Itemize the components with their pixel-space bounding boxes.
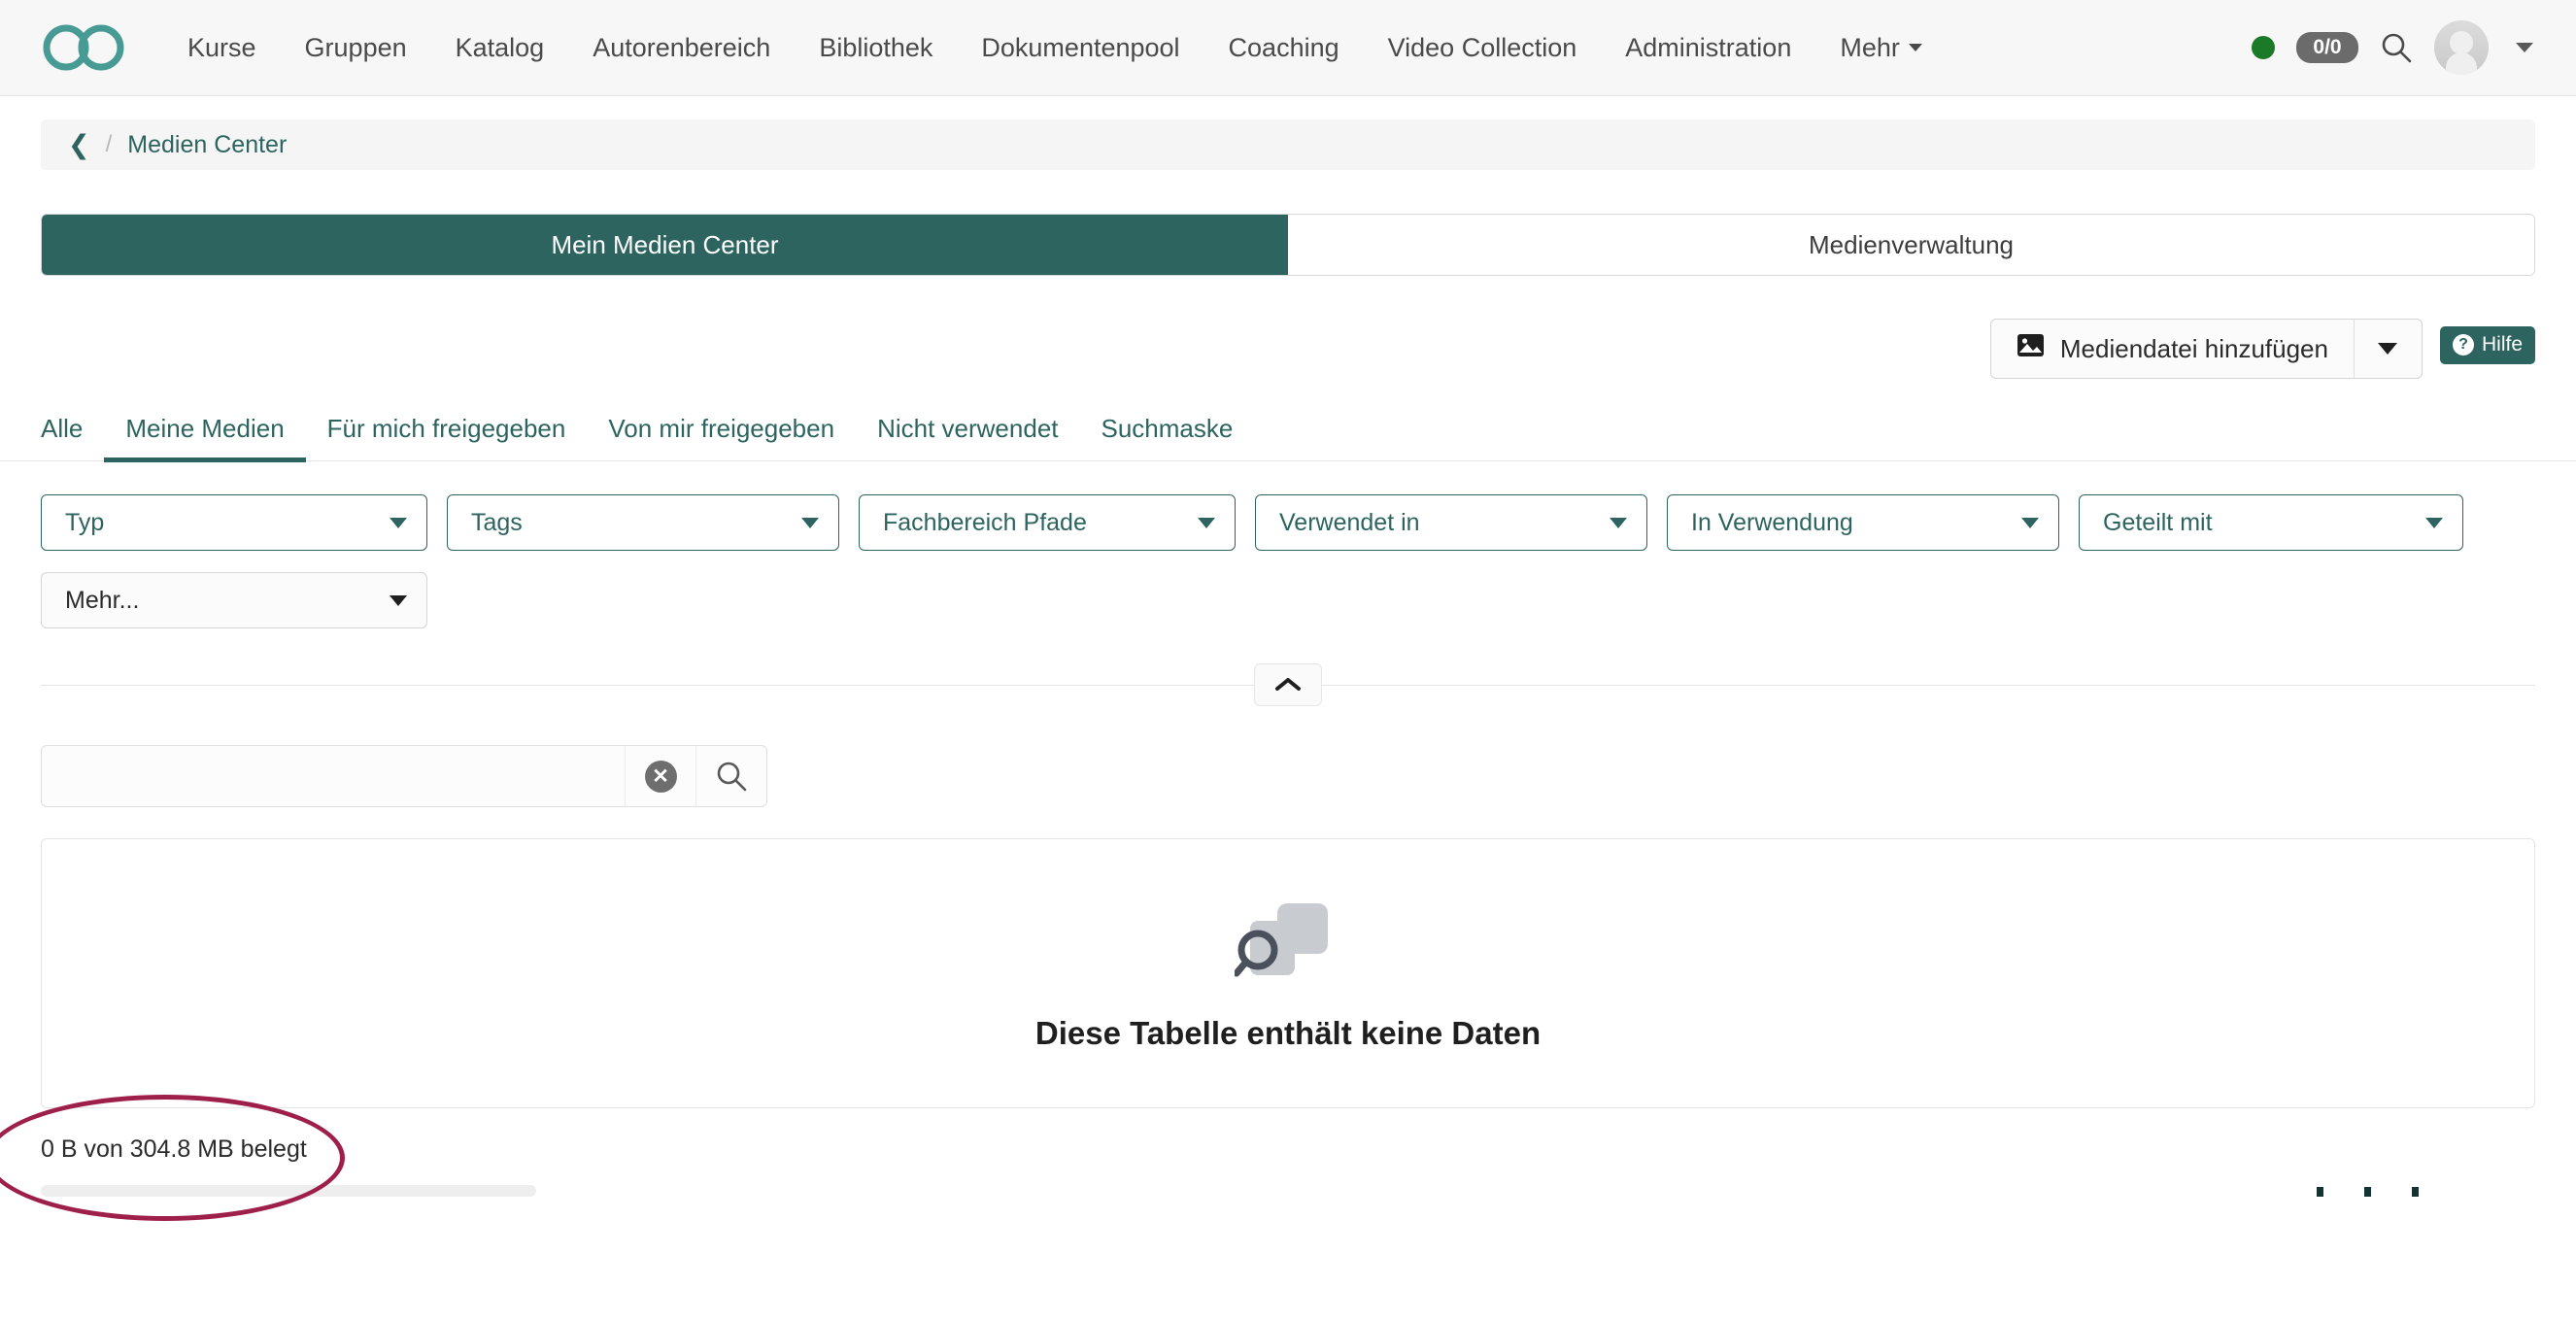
storage-progress-bar — [41, 1185, 536, 1197]
action-bar: Mediendatei hinzufügen ? Hilfe — [0, 276, 2576, 379]
nav-item-bibliothek[interactable]: Bibliothek — [795, 0, 957, 96]
storage-usage-text: 0 B von 304.8 MB belegt — [41, 1135, 307, 1163]
filter-in-verwendung[interactable]: In Verwendung — [1667, 494, 2059, 551]
chevron-down-icon — [1908, 44, 1922, 51]
filter-collapse-row — [41, 663, 2535, 706]
caret-down-icon — [2378, 343, 2398, 355]
filter-typ[interactable]: Typ — [41, 494, 427, 551]
filter-tags[interactable]: Tags — [447, 494, 839, 551]
help-label: Hilfe — [2481, 333, 2523, 356]
filter-verwendet-in[interactable]: Verwendet in — [1255, 494, 1647, 551]
filter-mehr[interactable]: Mehr... — [41, 572, 427, 628]
nav-item-kurse[interactable]: Kurse — [163, 0, 281, 96]
notification-count-badge[interactable]: 0/0 — [2296, 32, 2358, 63]
segmented-control: Mein Medien Center Medienverwaltung — [41, 214, 2535, 276]
help-button[interactable]: ? Hilfe — [2439, 326, 2535, 364]
clear-circle-icon: ✕ — [644, 760, 677, 793]
add-media-dropdown-button[interactable] — [2353, 320, 2422, 378]
segment-medienverwaltung[interactable]: Medienverwaltung — [1288, 215, 2534, 275]
tab-meine-medien[interactable]: Meine Medien — [104, 414, 306, 462]
tab-suchmaske[interactable]: Suchmaske — [1080, 414, 1255, 460]
chevron-down-icon — [390, 517, 407, 528]
breadcrumb-separator: / — [105, 131, 113, 157]
tab-nicht-verwendet[interactable]: Nicht verwendet — [856, 414, 1079, 460]
search-input[interactable] — [42, 746, 625, 806]
nav-item-mehr-label: Mehr — [1840, 32, 1900, 62]
nav-item-coaching[interactable]: Coaching — [1204, 0, 1364, 96]
nav-right-cluster: 0/0 — [2252, 20, 2533, 75]
image-icon — [2017, 333, 2045, 364]
chevron-down-icon — [2021, 517, 2039, 528]
search-icon[interactable] — [2380, 31, 2413, 64]
no-data-search-icon — [1233, 896, 1341, 994]
bottom-cut-off-element — [2317, 1187, 2419, 1197]
media-table: Diese Tabelle enthält keine Daten — [41, 838, 2535, 1108]
nav-item-gruppen[interactable]: Gruppen — [281, 0, 431, 96]
tab-fuer-mich-freigegeben[interactable]: Für mich freigegeben — [306, 414, 588, 460]
storage-footer: 0 B von 304.8 MB belegt — [0, 1095, 2535, 1221]
clear-search-button[interactable]: ✕ — [625, 746, 695, 806]
collapse-filters-button[interactable] — [1254, 663, 1322, 706]
top-navigation-bar: Kurse Gruppen Katalog Autorenbereich Bib… — [0, 0, 2576, 96]
main-nav-links: Kurse Gruppen Katalog Autorenbereich Bib… — [163, 0, 2252, 96]
filter-in-verwendung-label: In Verwendung — [1691, 508, 1853, 536]
nav-item-katalog[interactable]: Katalog — [431, 0, 569, 96]
breadcrumb: ❮ / Medien Center — [41, 119, 2535, 170]
submit-search-button[interactable] — [695, 746, 766, 806]
nav-item-dokumentenpool[interactable]: Dokumentenpool — [957, 0, 1203, 96]
search-icon — [717, 762, 747, 792]
filter-row: Typ Tags Fachbereich Pfade Verwendet in … — [0, 494, 2576, 628]
breadcrumb-back-icon[interactable]: ❮ — [68, 131, 90, 158]
filter-tags-label: Tags — [471, 508, 523, 536]
segment-mein-medien-center[interactable]: Mein Medien Center — [42, 215, 1288, 275]
avatar-chevron-down-icon[interactable] — [2516, 43, 2533, 52]
chevron-down-icon — [1198, 517, 1215, 528]
chevron-up-icon — [1275, 678, 1301, 691]
chevron-down-icon — [390, 594, 407, 606]
nav-item-administration[interactable]: Administration — [1601, 0, 1815, 96]
filter-verwendet-in-label: Verwendet in — [1279, 508, 1420, 536]
breadcrumb-item-medien-center[interactable]: Medien Center — [127, 131, 287, 159]
add-media-split-button: Mediendatei hinzufügen — [1989, 319, 2423, 379]
filter-geteilt-mit[interactable]: Geteilt mit — [2079, 494, 2463, 551]
nav-item-video-collection[interactable]: Video Collection — [1364, 0, 1602, 96]
infinity-logo[interactable] — [41, 22, 126, 73]
search-row: ✕ — [0, 745, 2576, 807]
add-media-label: Mediendatei hinzufügen — [2059, 333, 2328, 363]
chevron-down-icon — [1610, 517, 1627, 528]
filter-fachbereich-pfade-label: Fachbereich Pfade — [883, 508, 1087, 536]
avatar[interactable] — [2434, 20, 2489, 75]
tab-alle[interactable]: Alle — [41, 414, 104, 460]
nav-item-autorenbereich[interactable]: Autorenbereich — [568, 0, 795, 96]
filter-geteilt-mit-label: Geteilt mit — [2103, 508, 2213, 536]
tab-von-mir-freigegeben[interactable]: Von mir freigegeben — [587, 414, 856, 460]
nav-item-mehr[interactable]: Mehr — [1815, 0, 1947, 96]
filter-mehr-label: Mehr... — [65, 586, 140, 614]
chevron-down-icon — [801, 517, 819, 528]
online-status-icon — [2252, 36, 2275, 59]
filter-fachbereich-pfade[interactable]: Fachbereich Pfade — [859, 494, 1236, 551]
media-tabs: Alle Meine Medien Für mich freigegeben V… — [0, 414, 2576, 462]
search-box: ✕ — [41, 745, 767, 807]
breadcrumb-container: ❮ / Medien Center — [0, 96, 2576, 170]
add-media-button[interactable]: Mediendatei hinzufügen — [1991, 320, 2354, 378]
filter-typ-label: Typ — [65, 508, 105, 536]
chevron-down-icon — [2425, 517, 2443, 528]
question-mark-icon: ? — [2452, 334, 2474, 356]
empty-table-message: Diese Tabelle enthält keine Daten — [1034, 1014, 1542, 1051]
